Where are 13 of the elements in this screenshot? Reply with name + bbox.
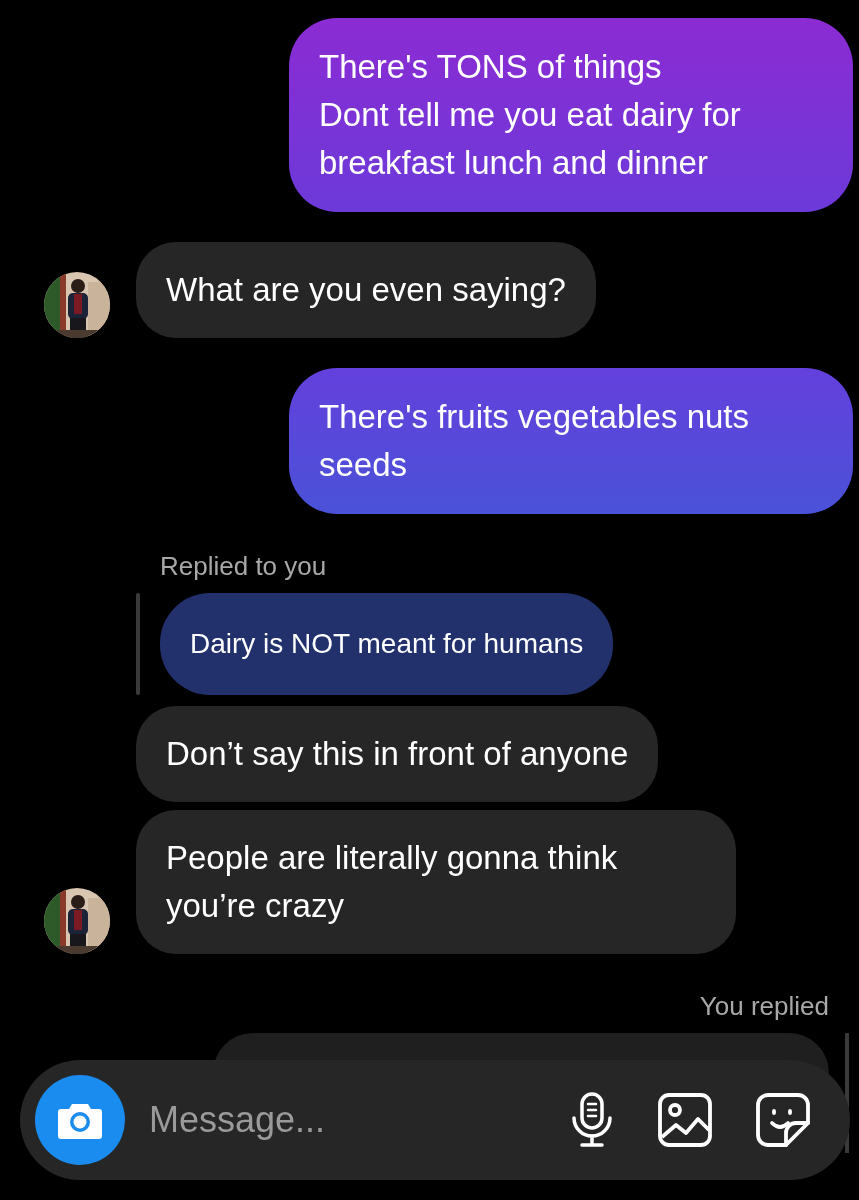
quoted-message: Dairy is NOT meant for humans — [160, 593, 614, 695]
message-field[interactable]: Message... — [147, 1098, 451, 1142]
message-bubble: People are literally gonna think you’re crazy — [136, 810, 736, 954]
message-bubble: What are you even saying? — [136, 242, 596, 338]
message-bubble: Don’t say this in front of anyone — [136, 706, 659, 802]
microphone-icon[interactable] — [570, 1092, 614, 1148]
reply-label: Replied to you — [160, 550, 328, 582]
sticker-icon[interactable] — [756, 1093, 810, 1147]
camera-button[interactable] — [35, 1075, 125, 1165]
message-bubble: There's fruits vegetables nuts seeds — [289, 368, 853, 514]
gallery-icon[interactable] — [658, 1093, 712, 1147]
reply-label: You replied — [699, 990, 829, 1022]
message-bubble: There's TONS of things Dont tell me you eat dairy for breakfast lunch and dinner — [289, 18, 853, 212]
